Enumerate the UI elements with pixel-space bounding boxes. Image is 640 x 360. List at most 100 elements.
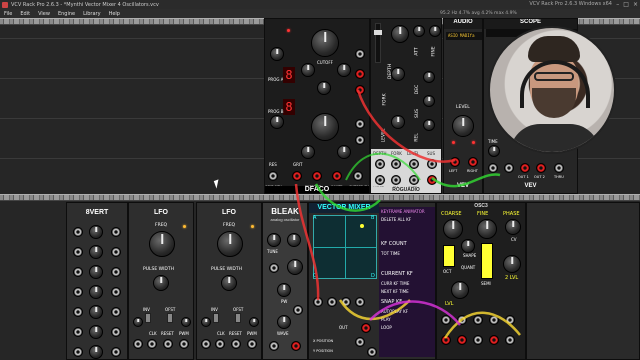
- lfo-1-freq-knob[interactable]: [149, 231, 175, 257]
- prog-a-knob[interactable]: [270, 47, 284, 61]
- module-osc3[interactable]: OSC3 COARSE FINE OCT SHAPE QUANT SEMI PH…: [436, 202, 526, 360]
- vector-delete-all-kf[interactable]: DELETE ALL KF: [381, 217, 411, 222]
- osc3-phase-knob[interactable]: [505, 219, 521, 235]
- 8vert-knob-1[interactable]: [89, 225, 103, 239]
- jack-grit-qty[interactable]: [268, 171, 278, 181]
- close-icon[interactable]: ×: [633, 1, 638, 8]
- jack-in-1[interactable]: [355, 49, 365, 59]
- jack-lfo-2-pwm[interactable]: [247, 339, 257, 349]
- bleak-mod-knob[interactable]: [287, 259, 303, 275]
- jack-lfo-1-pwm[interactable]: [179, 339, 189, 349]
- jack-fork[interactable]: [391, 159, 401, 169]
- vector-loop[interactable]: LOOP: [381, 325, 392, 330]
- jack-scope-y[interactable]: [504, 163, 514, 173]
- scope-time-knob[interactable]: [488, 145, 500, 157]
- jack-lfo-2-reset[interactable]: [231, 339, 241, 349]
- vector-autoplay-kf[interactable]: AUTOPLAY KF: [381, 309, 408, 314]
- jack-8vert-out-2[interactable]: [111, 247, 121, 257]
- jack-bleak-voct[interactable]: [269, 263, 279, 273]
- jack-osc3-out-2[interactable]: [457, 335, 467, 345]
- grit-knob-2[interactable]: [337, 145, 351, 159]
- audio-level-knob[interactable]: [452, 115, 474, 137]
- jack-8vert-in-4[interactable]: [73, 287, 83, 297]
- jack-8vert-out-4[interactable]: [111, 287, 121, 297]
- fork-knob[interactable]: [391, 67, 405, 81]
- bleak-wave-knob[interactable]: [277, 315, 291, 329]
- lfo-2-pwm-knob[interactable]: [249, 317, 259, 327]
- osc3-shape-knob[interactable]: [461, 239, 475, 253]
- jack-in-3[interactable]: [355, 135, 365, 145]
- jack-depth[interactable]: [375, 159, 385, 169]
- jack-bleak-pw[interactable]: [293, 305, 303, 315]
- jack-osc3-3[interactable]: [473, 315, 483, 325]
- jack-voct[interactable]: [375, 175, 385, 185]
- module-8vert[interactable]: 8VERT: [66, 202, 128, 360]
- module-bleak[interactable]: BLEAK analog oscillator TUNE PW WAVE: [262, 202, 308, 360]
- jack-8vert-out-3[interactable]: [111, 267, 121, 277]
- 8vert-knob-3[interactable]: [89, 265, 103, 279]
- jack-scope-out2[interactable]: [536, 163, 546, 173]
- 8vert-knob-2[interactable]: [89, 245, 103, 259]
- module-roguadio[interactable]: DEPTH DEC ATT FINE FORK SUS REL LEVEL DE…: [370, 18, 442, 194]
- menu-library[interactable]: Library: [79, 11, 104, 17]
- jack-lfo-1-clk[interactable]: [147, 339, 157, 349]
- menu-view[interactable]: View: [34, 11, 54, 17]
- jack-8vert-in-2[interactable]: [73, 247, 83, 257]
- jack-env-out[interactable]: [427, 175, 437, 185]
- res-knob-3[interactable]: [301, 145, 315, 159]
- jack-level[interactable]: [409, 159, 419, 169]
- jack-lfo-2-clk[interactable]: [215, 339, 225, 349]
- jack-lfo-1-fm[interactable]: [133, 339, 143, 349]
- jack-audio-left[interactable]: [450, 157, 460, 167]
- jack-8vert-in-5[interactable]: [73, 307, 83, 317]
- lfo-1-pw-knob[interactable]: [153, 275, 169, 291]
- 8vert-knob-6[interactable]: [89, 325, 103, 339]
- lfo-2-inv-switch[interactable]: [213, 313, 219, 323]
- jack-osc3-1[interactable]: [441, 315, 451, 325]
- module-audio[interactable]: AUDIO ASIO MADIfa LEVEL LEFT RIGHT VEV: [443, 18, 483, 194]
- jack-in-2[interactable]: [355, 119, 365, 129]
- jack-8vert-out-1[interactable]: [111, 227, 121, 237]
- vector-snap-kf[interactable]: SNAP KF: [381, 299, 402, 305]
- lfo-1-pwm-knob[interactable]: [181, 317, 191, 327]
- jack-osc3-out-3[interactable]: [489, 335, 499, 345]
- vector-play[interactable]: PLAY: [381, 317, 391, 322]
- jack-osc3-4[interactable]: [489, 315, 499, 325]
- lfo-2-fm-knob[interactable]: [201, 317, 211, 327]
- jack-fm[interactable]: [391, 175, 401, 185]
- jack-vector-out[interactable]: [361, 323, 371, 333]
- 8vert-knob-4[interactable]: [89, 285, 103, 299]
- 8vert-knob-7[interactable]: [89, 345, 103, 359]
- jack-filtered[interactable]: [312, 171, 322, 181]
- jack-vector-a[interactable]: [313, 297, 323, 307]
- res-knob-2[interactable]: [337, 63, 351, 77]
- lfo-2-freq-knob[interactable]: [217, 231, 243, 257]
- fine-knob[interactable]: [429, 25, 441, 37]
- lfo-1-inv-switch[interactable]: [145, 313, 151, 323]
- prog-b-knob[interactable]: [270, 115, 284, 129]
- module-vector-mixer[interactable]: VECTOR MIXER A B C D KEYFRAME ANIMATOR D…: [308, 202, 436, 360]
- lfo-1-ofst-switch[interactable]: [167, 313, 173, 323]
- bleak-pw-knob[interactable]: [277, 283, 291, 297]
- menu-file[interactable]: File: [0, 11, 16, 17]
- sus-knob[interactable]: [423, 95, 435, 107]
- jack-vector-b[interactable]: [327, 297, 337, 307]
- jack-cutoff-cv[interactable]: [353, 171, 363, 181]
- 8vert-knob-5[interactable]: [89, 305, 103, 319]
- jack-scope-x[interactable]: [488, 163, 498, 173]
- module-lfo-2[interactable]: LFO FREQ PULSE WIDTH INV OFST CLK RESET …: [196, 202, 262, 360]
- jack-8vert-in-3[interactable]: [73, 267, 83, 277]
- osc3-lvl2-knob[interactable]: [503, 255, 521, 273]
- jack-audio-right[interactable]: [468, 157, 478, 167]
- lfo-2-pw-knob[interactable]: [221, 275, 237, 291]
- jack-bleak-out[interactable]: [291, 341, 301, 351]
- jack-osc3-6[interactable]: [473, 335, 483, 345]
- jack-osc3-7[interactable]: [505, 335, 515, 345]
- osc3-semi-display[interactable]: [481, 243, 493, 279]
- jack-8vert-out-6[interactable]: [111, 327, 121, 337]
- menu-help[interactable]: Help: [105, 11, 124, 17]
- att-knob[interactable]: [413, 25, 425, 37]
- jack-grit[interactable]: [292, 171, 302, 181]
- jack-bleak-in[interactable]: [269, 341, 279, 351]
- jack-white[interactable]: [332, 171, 342, 181]
